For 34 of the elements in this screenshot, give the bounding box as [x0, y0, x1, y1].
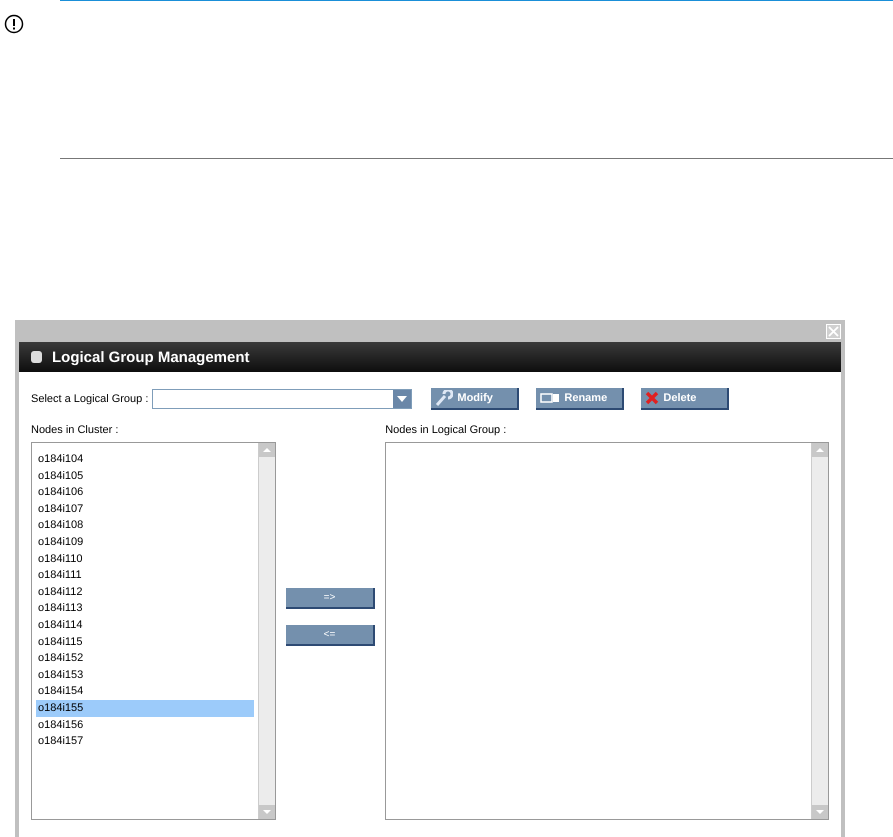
list-item[interactable]: o184i109 — [36, 534, 254, 551]
list-item[interactable]: o184i110 — [36, 550, 254, 568]
list-item[interactable]: o184i114 — [36, 616, 254, 634]
list-item[interactable]: o184i153 — [36, 666, 254, 684]
group-dropdown[interactable] — [152, 389, 412, 409]
list-item[interactable]: o184i155 — [36, 700, 254, 716]
list-item[interactable]: o184i112 — [36, 584, 254, 600]
list-item[interactable]: o184i152 — [36, 650, 254, 667]
delete-x-icon — [645, 391, 660, 405]
list-item[interactable]: o184i157 — [36, 733, 254, 750]
scroll-down-icon[interactable] — [258, 805, 275, 819]
dropdown-arrow-icon — [397, 396, 408, 402]
list-label: Nodes in Logical Group : — [385, 424, 508, 436]
scroll-up-icon[interactable] — [258, 443, 275, 457]
list-item[interactable]: o184i154 — [36, 683, 254, 700]
wrench-icon — [435, 390, 454, 406]
list-item[interactable]: o184i104 — [36, 451, 254, 468]
list-item[interactable]: o184i156 — [36, 716, 254, 734]
close-icon[interactable] — [826, 324, 841, 338]
list-item[interactable]: o184i105 — [36, 468, 254, 484]
list-item[interactable]: o184i115 — [36, 634, 254, 650]
scroll-up-icon[interactable] — [812, 443, 828, 457]
list-item[interactable]: o184i106 — [36, 484, 254, 501]
rename-icon — [540, 393, 560, 403]
list-item[interactable]: o184i108 — [36, 517, 254, 534]
list-item[interactable]: o184i111 — [36, 567, 254, 584]
list-label: Nodes in Cluster : — [31, 424, 120, 436]
list-item[interactable]: o184i113 — [36, 600, 254, 617]
scroll-down-icon[interactable] — [812, 805, 828, 819]
select-label: Select a Logical Group : — [31, 393, 148, 405]
database-icon — [31, 350, 42, 364]
warning-icon — [4, 14, 24, 34]
dialog-title: Logical Group Management — [52, 348, 250, 366]
list-item[interactable]: o184i107 — [36, 500, 254, 518]
